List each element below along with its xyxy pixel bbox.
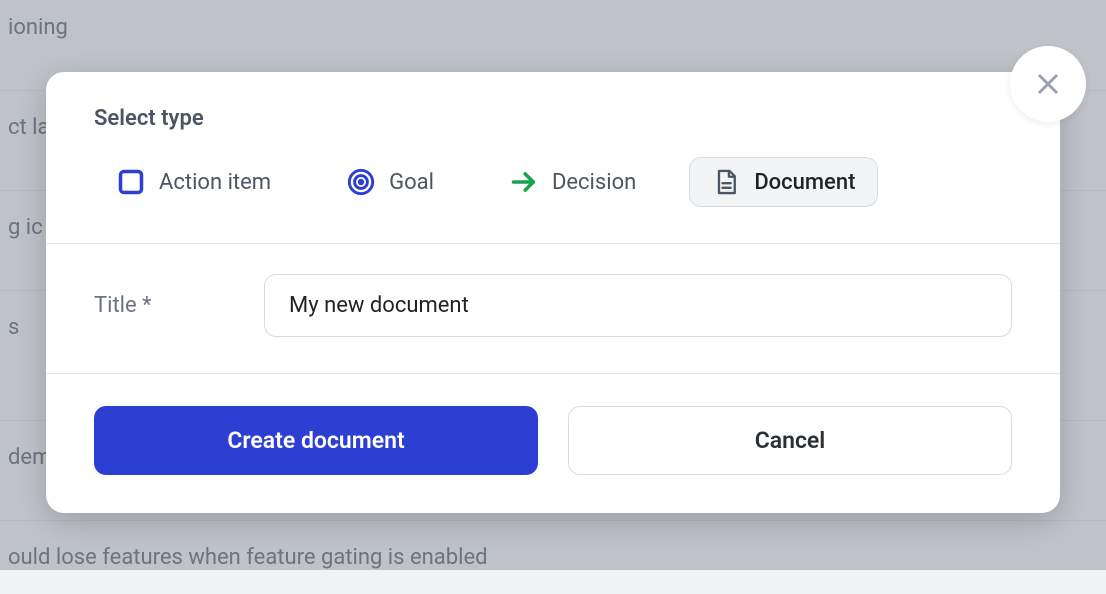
cancel-button[interactable]: Cancel (568, 406, 1012, 475)
create-dialog: Select type Action item (46, 72, 1060, 513)
select-type-section: Select type Action item (46, 72, 1060, 244)
type-goal[interactable]: Goal (324, 157, 457, 207)
type-label: Action item (159, 170, 271, 195)
title-input[interactable] (264, 274, 1012, 337)
create-button[interactable]: Create document (94, 406, 538, 475)
close-button[interactable] (1010, 46, 1086, 122)
checkbox-icon (117, 168, 145, 196)
select-type-label: Select type (94, 106, 1012, 131)
type-label: Document (754, 170, 855, 195)
title-label: Title * (94, 293, 224, 318)
type-action-item[interactable]: Action item (94, 157, 294, 207)
dialog-actions: Create document Cancel (46, 374, 1060, 513)
document-icon (712, 168, 740, 196)
type-decision[interactable]: Decision (487, 157, 659, 207)
close-icon (1034, 70, 1062, 98)
type-document[interactable]: Document (689, 157, 878, 207)
type-label: Goal (389, 170, 434, 195)
type-options: Action item Goal (94, 157, 1012, 207)
type-label: Decision (552, 170, 636, 195)
arrow-right-icon (510, 168, 538, 196)
target-icon (347, 168, 375, 196)
title-section: Title * (46, 244, 1060, 374)
